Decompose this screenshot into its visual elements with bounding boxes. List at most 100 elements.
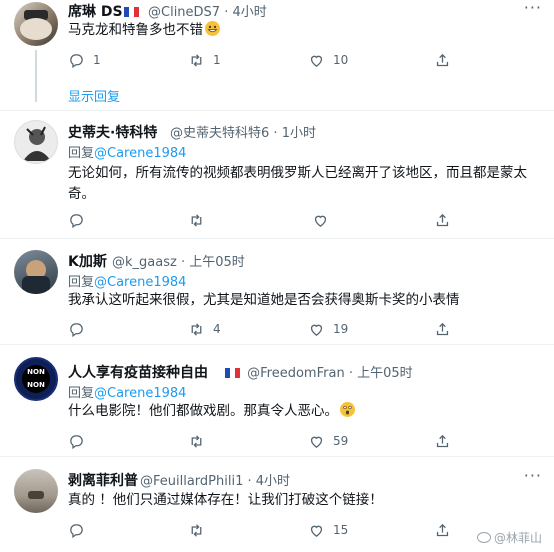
reply-icon (70, 523, 83, 538)
heart-icon (310, 324, 323, 336)
author-name[interactable]: 剥离菲利普 (68, 470, 138, 490)
author-name[interactable]: 人人享有疫苗接种自由 (68, 362, 208, 382)
like-button[interactable]: 59 (308, 431, 348, 451)
author-handle[interactable]: @史蒂夫特科特6 (170, 126, 269, 141)
heart-icon (310, 525, 323, 537)
like-count: 59 (333, 434, 349, 448)
action-bar: 1 1 10 (68, 50, 488, 70)
author-meta: @ClineDS7 · 4小时 (148, 1, 267, 20)
action-bar: 15 (68, 520, 488, 540)
like-count: 15 (333, 523, 349, 537)
thread-line (35, 50, 37, 102)
avatar[interactable] (14, 250, 58, 294)
share-button[interactable] (434, 431, 459, 451)
share-icon (436, 53, 449, 66)
replying-to: 回复@Carene1984 (68, 386, 187, 401)
avatar-badge-text: NON (27, 381, 45, 389)
action-bar: 59 (68, 431, 488, 451)
more-icon[interactable]: ··· (524, 466, 542, 485)
avatar[interactable] (14, 120, 58, 164)
retweet-button[interactable]: 1 (188, 50, 221, 70)
show-replies-link[interactable]: 显示回复 (68, 86, 120, 105)
avatar[interactable] (14, 469, 58, 513)
retweet-count: 4 (213, 322, 221, 336)
like-count: 10 (333, 53, 349, 67)
author-meta: @k_gaasz · 上午05时 (112, 251, 245, 270)
tweet-2[interactable]: 史蒂夫·特科特 @史蒂夫特科特6 · 1小时 回复@Carene1984 无论如… (0, 111, 554, 238)
retweet-button[interactable]: 4 (188, 319, 221, 339)
share-button[interactable] (434, 50, 459, 70)
retweet-icon (191, 523, 202, 537)
reply-button[interactable]: 1 (68, 50, 101, 70)
like-button[interactable]: 19 (308, 319, 348, 339)
reply-button[interactable] (68, 210, 93, 230)
share-icon (436, 213, 449, 226)
author-meta: @史蒂夫特科特6 · 1小时 (170, 122, 316, 141)
share-button[interactable] (434, 319, 459, 339)
separator: · (180, 255, 186, 270)
share-icon (436, 434, 449, 447)
retweet-icon (191, 53, 202, 67)
tweet-1[interactable]: 席琳 DS @ClineDS7 · 4小时 ··· 马克龙和特鲁多也不错 1 1… (0, 0, 554, 108)
author-handle[interactable]: @FreedomFran (247, 366, 345, 381)
retweet-count: 1 (213, 53, 221, 67)
separator: · (224, 5, 229, 20)
author-name[interactable]: 席琳 DS (68, 1, 139, 21)
watermark: @林菲山 (476, 529, 542, 546)
mention-link[interactable]: @Carene1984 (94, 386, 186, 401)
action-bar (68, 210, 488, 230)
heart-icon (310, 436, 323, 448)
more-icon[interactable]: ··· (524, 0, 542, 17)
share-button[interactable] (434, 210, 459, 230)
author-meta: @FeuillardPhili1 · 4小时 (140, 470, 290, 489)
like-button[interactable] (312, 210, 337, 230)
separator: · (348, 366, 353, 381)
reply-button[interactable] (68, 431, 93, 451)
retweet-icon (191, 213, 202, 227)
author-name[interactable]: K加斯 (68, 251, 107, 271)
tweet-text: 马克龙和特鲁多也不错 (68, 20, 538, 41)
replying-to: 回复@Carene1984 (68, 275, 187, 290)
retweet-icon (191, 434, 202, 448)
author-handle[interactable]: @k_gaasz (112, 255, 177, 270)
tweet-text: 什么电影院！他们都做戏剧。那真令人恶心。 (68, 401, 538, 422)
retweet-button[interactable] (188, 520, 213, 540)
like-button[interactable]: 15 (308, 520, 348, 540)
avatar[interactable]: NON NON (14, 357, 58, 401)
tweet-text: 真的 ！他们只通过媒体存在！让我们打破这个链接！ (68, 492, 383, 508)
author-handle[interactable]: @FeuillardPhili1 (140, 474, 243, 489)
separator: · (273, 126, 278, 141)
french-flag-icon (225, 367, 240, 378)
reply-button[interactable] (68, 319, 93, 339)
author-name[interactable]: 史蒂夫·特科特 (68, 122, 157, 142)
reply-count: 1 (93, 53, 101, 67)
tweet-3[interactable]: K加斯 @k_gaasz · 上午05时 回复@Carene1984 我承认这听… (0, 239, 554, 344)
tweet-4[interactable]: NON NON 人人享有疫苗接种自由 @FreedomFran · 上午05时 … (0, 345, 554, 457)
retweet-button[interactable] (188, 210, 213, 230)
tweet-5[interactable]: 剥离菲利普 @FeuillardPhili1 · 4小时 ··· 真的 ！他们只… (0, 457, 554, 552)
grinning-emoji-icon (205, 21, 220, 36)
action-bar: 4 19 (68, 319, 488, 339)
tweet-time[interactable]: 上午05时 (189, 255, 245, 270)
tweet-time[interactable]: 4小时 (256, 474, 290, 489)
reply-icon (70, 53, 83, 68)
share-icon (436, 322, 449, 335)
tweet-time[interactable]: 1小时 (282, 126, 316, 141)
heart-icon (310, 55, 323, 67)
like-button[interactable]: 10 (308, 50, 348, 70)
mention-link[interactable]: @Carene1984 (94, 275, 186, 290)
retweet-button[interactable] (188, 431, 213, 451)
like-count: 19 (333, 322, 349, 336)
author-handle[interactable]: @ClineDS7 (148, 5, 220, 20)
avatar[interactable] (14, 2, 58, 46)
author-meta: @FreedomFran · 上午05时 (224, 362, 413, 381)
separator: · (247, 474, 252, 489)
reply-button[interactable] (68, 520, 93, 540)
tweet-time[interactable]: 4小时 (233, 5, 267, 20)
tweet-text: 无论如何，所有流传的视频都表明俄罗斯人已经离开了该地区，而且都是蒙太奇。 (68, 165, 527, 202)
tweet-time[interactable]: 上午05时 (357, 366, 413, 381)
share-button[interactable] (434, 520, 459, 540)
mention-link[interactable]: @Carene1984 (94, 146, 186, 161)
retweet-icon (191, 322, 202, 336)
heart-icon (314, 215, 327, 227)
